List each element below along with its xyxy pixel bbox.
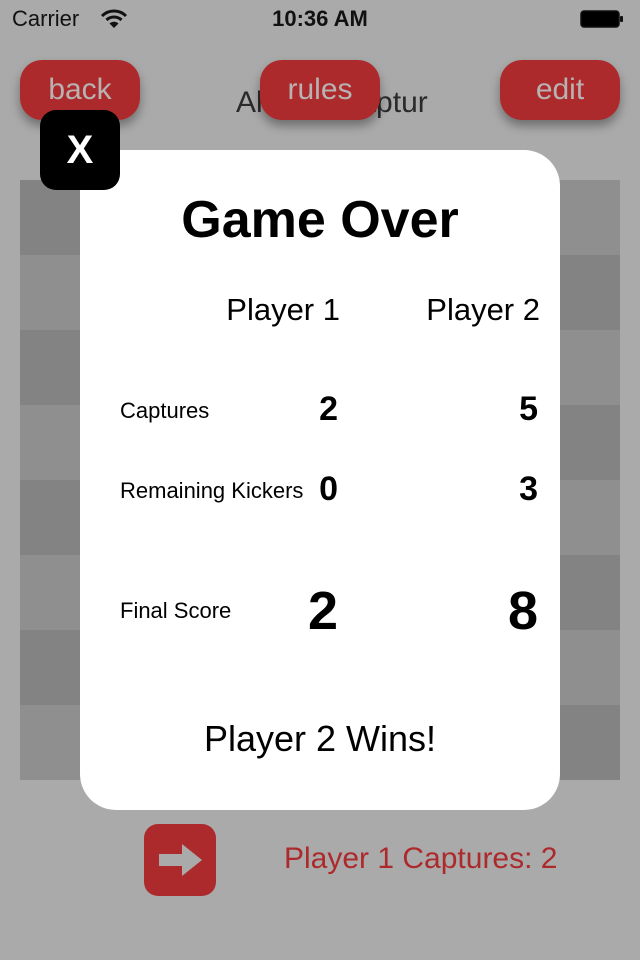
clock: 10:36 AM: [272, 6, 368, 31]
player-2-header: Player 2: [426, 292, 540, 327]
battery-icon: [580, 10, 624, 28]
player-1-header: Player 1: [226, 292, 340, 327]
status-bar: Carrier 10:36 AM: [0, 0, 640, 40]
modal-title: Game Over: [181, 191, 459, 249]
player-2-remaining-kickers: 3: [519, 470, 538, 508]
player-2-final-score: 8: [507, 581, 538, 641]
player-1-remaining-kickers: 0: [319, 470, 338, 508]
game-over-modal: Game Over Player 1 Player 2 Captures 2 5…: [80, 150, 560, 810]
rules-button[interactable]: rules: [260, 60, 380, 120]
edit-button[interactable]: edit: [500, 60, 620, 120]
captures-label: Captures: [120, 398, 210, 423]
player-1-final-score: 2: [307, 581, 338, 641]
player-1-captures: 2: [319, 390, 338, 428]
arrow-right-icon: [159, 844, 202, 876]
close-modal-button[interactable]: X: [40, 110, 120, 190]
player-2-captures: 5: [519, 390, 538, 428]
winner-message: Player 2 Wins!: [203, 718, 437, 759]
current-captures-status: Player 1 Captures: 2: [284, 842, 558, 875]
next-turn-button[interactable]: [144, 824, 216, 896]
